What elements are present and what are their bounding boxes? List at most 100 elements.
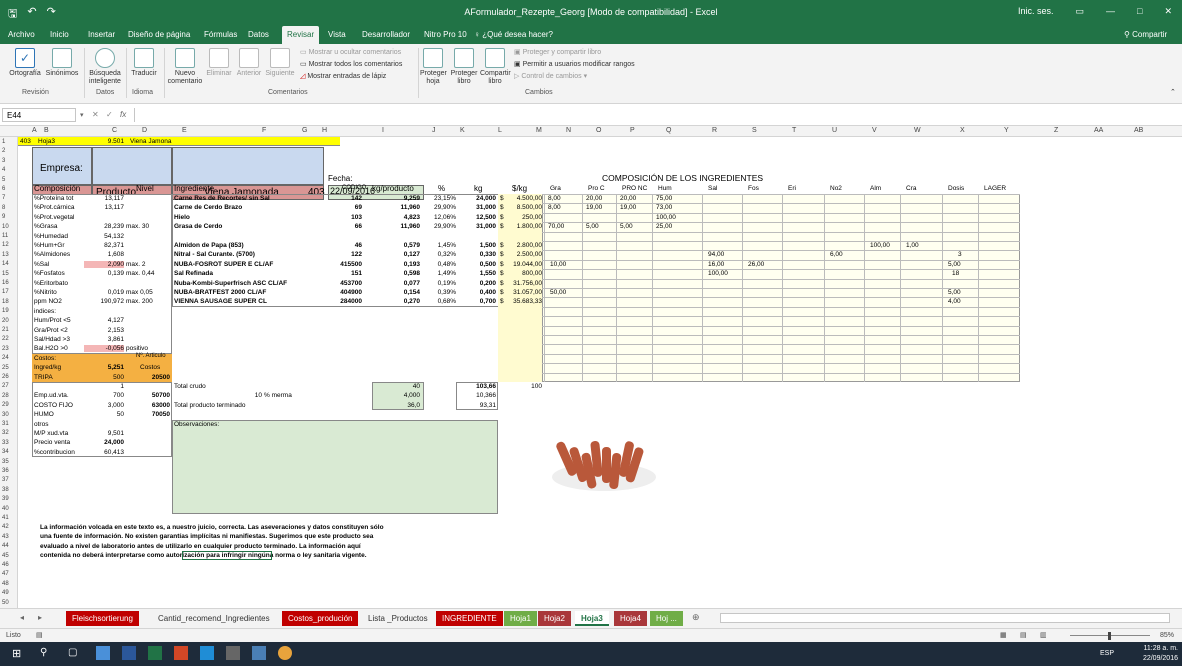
show-hide-comment[interactable]: ▭ Mostrar u ocultar comentarios [300,48,401,56]
comp-cell[interactable]: 8,00 [548,195,561,202]
enter-icon[interactable]: ✓ [106,110,113,119]
sheet-tab[interactable]: Costos_produción [282,611,359,626]
row-header[interactable]: 36 [2,467,9,475]
comp-value[interactable]: 1,608 [84,251,124,258]
column-header[interactable]: G [302,127,307,134]
comp-cell[interactable]: 1,00 [906,242,919,249]
ingred-kg-value[interactable]: 5,251 [84,364,124,371]
row-header[interactable]: 39 [2,495,9,503]
column-header[interactable]: F [262,127,266,134]
powerpoint-icon[interactable] [174,646,188,660]
column-header[interactable]: D [142,127,147,134]
row-header[interactable]: 15 [2,270,9,278]
formula-input[interactable] [134,108,1174,122]
observaciones-box[interactable] [172,419,498,514]
cost-value[interactable]: 24,000 [84,439,124,446]
row-header[interactable]: 5 [2,176,5,184]
row-header[interactable]: 25 [2,364,9,372]
ingredient-name[interactable]: NUBA-FOSROT SUPER E CL/AF [174,261,273,268]
row-header[interactable]: 33 [2,439,9,447]
ingredient-price[interactable]: 31.756,00 [506,280,542,287]
selected-cell-e44[interactable] [182,551,272,561]
cost-value[interactable]: 3,000 [84,402,124,409]
row-header[interactable]: 35 [2,458,9,466]
comp-cell[interactable]: 18 [952,270,959,277]
ribbon-display-icon[interactable]: ▭ [1076,6,1085,17]
total-price[interactable]: 100 [506,383,542,390]
sheet-tab[interactable]: Cantid_recomend_Ingredientes [152,611,276,626]
tab-nitro[interactable]: Nitro Pro 10 [424,30,467,39]
column-header[interactable]: H [322,127,327,134]
windows-start-icon[interactable]: ⊞ [12,647,21,660]
merma-kg-total[interactable]: 10,366 [458,392,496,399]
comp-cell[interactable]: 100,00 [708,270,728,277]
row-header[interactable]: 26 [2,373,9,381]
excel-icon[interactable] [148,646,162,660]
comp-value[interactable]: 2,090 [84,260,124,268]
spelling-button[interactable]: ✓ Ortografía [6,48,44,78]
ingredient-name[interactable]: Almidon de Papa (853) [174,242,244,249]
ingredient-price[interactable]: 31.057,00 [506,289,542,296]
comp-cell[interactable]: 5,00 [948,261,961,268]
row-header[interactable]: 3 [2,157,5,165]
row-header[interactable]: 23 [2,345,9,353]
cell-c1[interactable]: 9.501 [78,138,124,145]
row-header[interactable]: 13 [2,251,9,259]
protect-share-workbook[interactable]: ▣ Proteger y compartir libro [514,48,601,56]
ingredient-price[interactable]: 2.500,00 [506,251,542,258]
row-header[interactable]: 34 [2,448,9,456]
ingredient-code[interactable]: 122 [318,251,362,258]
comp-value[interactable]: 190,972 [84,298,125,305]
ingredient-kg[interactable]: 0,200 [458,280,496,287]
share-button[interactable]: ⚲ Compartir [1124,30,1167,39]
comp-value[interactable]: 0,019 [84,289,124,296]
row-header[interactable]: 12 [2,241,9,249]
ingredient-code[interactable]: 103 [318,214,362,221]
previous-comment-button[interactable]: Anterior [234,48,264,78]
row-header[interactable]: 1 [2,138,5,146]
row-header[interactable]: 17 [2,288,9,296]
tab-datos[interactable]: Datos [248,30,269,39]
track-changes[interactable]: ▷ Control de cambios ▾ [514,72,587,80]
add-sheet-icon[interactable]: ⊕ [692,612,700,623]
ingredient-kgprod[interactable]: 4,823 [374,214,420,221]
row-header[interactable]: 42 [2,523,9,531]
column-header[interactable]: T [792,127,796,134]
worksheet-grid[interactable]: 403 Hoja3 9.501 Viena Jamona Empresa: Product… [18,137,1174,608]
ingredient-code[interactable]: 415500 [318,261,362,268]
scroll-right-icon[interactable]: ▸ [38,613,42,622]
comp-value[interactable]: 82,371 [84,242,124,249]
ingredient-code[interactable]: 66 [318,223,362,230]
comp-value[interactable]: 2,153 [84,327,124,334]
row-header[interactable]: 28 [2,392,9,400]
row-header[interactable]: 11 [2,232,8,240]
thesaurus-button[interactable]: Sinónimos [44,48,80,78]
tab-diseno[interactable]: Diseño de página [128,30,190,39]
ingredient-price[interactable]: 19.044,00 [506,261,542,268]
empresa-value[interactable] [92,147,172,185]
cost-value[interactable]: 700 [84,392,124,399]
comp-cell[interactable]: 26,00 [748,261,764,268]
column-header[interactable]: X [960,127,965,134]
ingredient-name[interactable]: Nuba-Kombi-Superfrisch ASC CL/AF [174,280,287,287]
ingredient-code[interactable]: 151 [318,270,362,277]
row-header[interactable]: 32 [2,429,9,437]
ingredient-kg[interactable]: 0,400 [458,289,496,296]
row-header[interactable]: 8 [2,204,5,212]
ingredient-kg[interactable]: 31,000 [458,204,496,211]
column-header[interactable]: I [382,127,384,134]
row-header[interactable]: 49 [2,589,9,597]
row-header[interactable]: 22 [2,335,9,343]
horizontal-scrollbar[interactable] [720,613,1170,623]
row-header[interactable]: 29 [2,401,9,409]
column-header[interactable]: N [566,127,571,134]
empresa-value-2[interactable] [172,147,324,185]
comp-cell[interactable]: 20,00 [620,195,636,202]
ingredient-kg[interactable]: 12,500 [458,214,496,221]
column-header[interactable]: AB [1134,127,1143,134]
comp-value[interactable]: 4,127 [84,317,124,324]
row-header[interactable]: 44 [2,542,9,550]
ingredient-kg[interactable]: 31,000 [458,223,496,230]
comp-value[interactable]: -0,056 [84,345,124,353]
tab-archivo[interactable]: Archivo [8,30,35,39]
